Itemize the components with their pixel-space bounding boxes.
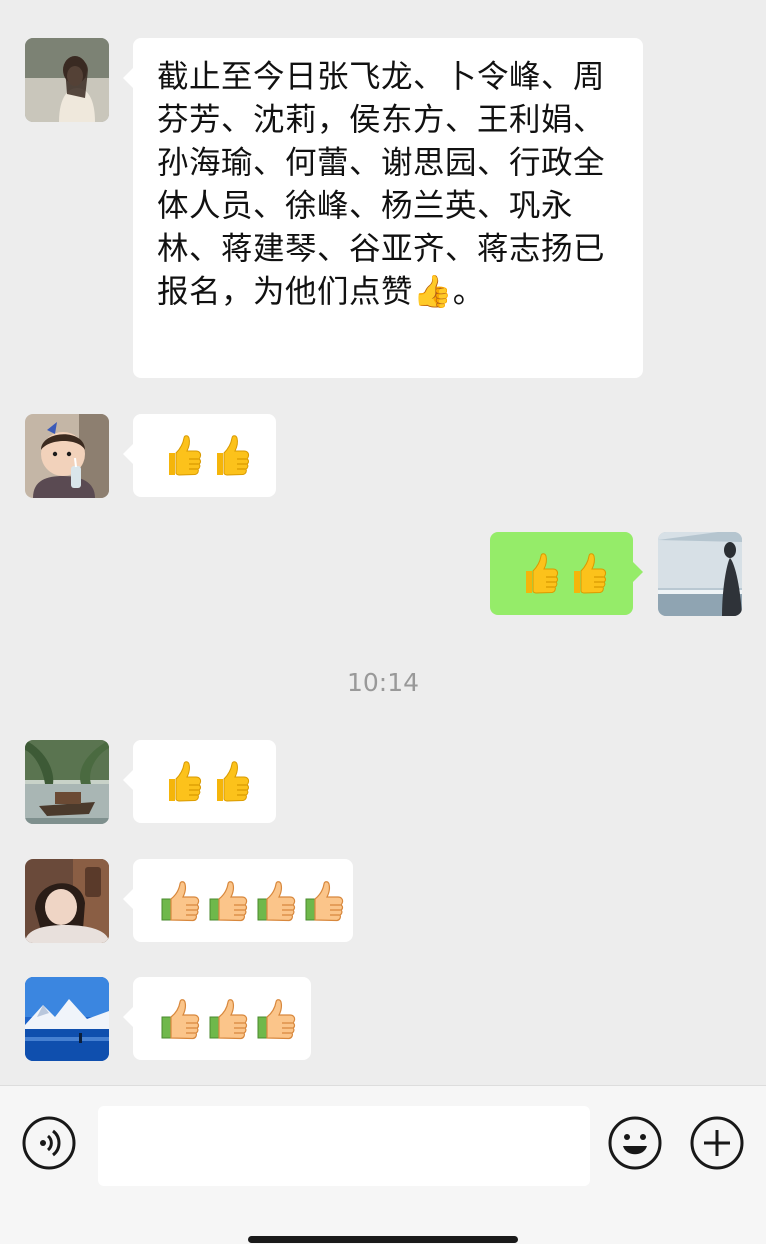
- thumbs-up-group: [490, 532, 633, 615]
- message-bubble[interactable]: [123, 740, 276, 823]
- chat-area[interactable]: 截止至今日张飞龙、卜令峰、周芬芳、沈莉，侯东方、王利娟、孙海瑜、何蕾、谢思园、行…: [0, 0, 766, 1085]
- message-bubble[interactable]: [123, 414, 276, 497]
- timestamp: 10:14: [346, 668, 420, 697]
- thumbs-up-icon: [516, 551, 560, 597]
- thumbs-up-icon: [207, 878, 251, 924]
- avatar-silhouette-sea[interactable]: [658, 532, 742, 616]
- avatar-woman-outdoor[interactable]: [25, 38, 109, 122]
- avatar-woman-selfie[interactable]: [25, 859, 109, 943]
- thumbs-up-icon: [207, 433, 251, 479]
- thumbs-up-icon: [207, 759, 251, 805]
- message-bubble[interactable]: [123, 977, 311, 1060]
- emoji-icon[interactable]: [607, 1115, 663, 1171]
- thumbs-up-group: [133, 859, 353, 942]
- thumbs-up-icon: [159, 878, 203, 924]
- message-bubble[interactable]: [123, 859, 353, 942]
- message-bubble-outgoing[interactable]: [490, 532, 643, 615]
- message-input[interactable]: [98, 1106, 590, 1186]
- thumbs-up-icon: [159, 433, 203, 479]
- plus-icon[interactable]: [689, 1115, 745, 1171]
- thumbs-up-icon: [159, 996, 203, 1042]
- message-bubble[interactable]: 截止至今日张飞龙、卜令峰、周芬芳、沈莉，侯东方、王利娟、孙海瑜、何蕾、谢思园、行…: [123, 38, 643, 378]
- voice-icon[interactable]: [21, 1115, 77, 1171]
- thumbs-up-group: [133, 977, 311, 1060]
- avatar-willow-boat[interactable]: [25, 740, 109, 824]
- thumbs-up-group: [133, 414, 276, 497]
- avatar-baby[interactable]: [25, 414, 109, 498]
- thumbs-up-icon: [564, 551, 608, 597]
- input-bar: [0, 1085, 766, 1244]
- thumbs-up-icon: [159, 759, 203, 805]
- home-indicator: [248, 1236, 518, 1243]
- thumbs-up-group: [133, 740, 276, 823]
- thumbs-up-icon: [207, 996, 251, 1042]
- thumbs-up-icon: [255, 996, 299, 1042]
- thumbs-up-icon: [303, 878, 347, 924]
- avatar-snow-lake[interactable]: [25, 977, 109, 1061]
- message-text: 截止至今日张飞龙、卜令峰、周芬芳、沈莉，侯东方、王利娟、孙海瑜、何蕾、谢思园、行…: [157, 59, 606, 310]
- thumbs-up-icon: [255, 878, 299, 924]
